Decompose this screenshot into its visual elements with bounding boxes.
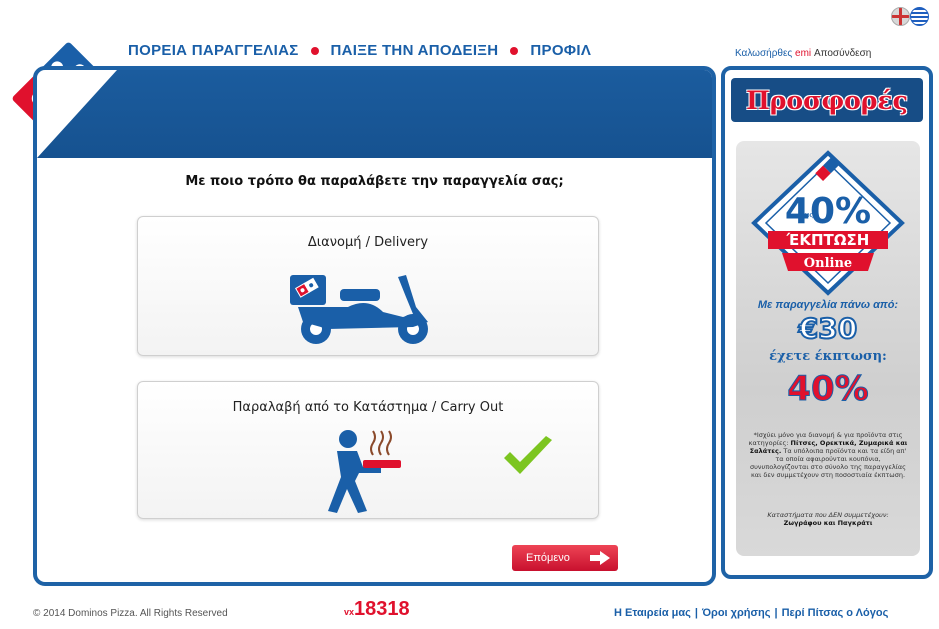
english-flag-icon[interactable] [891, 7, 910, 26]
footer-link-company[interactable]: Η Εταιρεία μας [614, 607, 691, 619]
footer-link-about-pizza[interactable]: Περί Πίτσας ο Λόγος [782, 607, 889, 619]
scooter-icon [290, 275, 428, 344]
copyright-text: © 2014 Dominos Pizza. All Rights Reserve… [33, 608, 228, 619]
nav-play-receipt[interactable]: ΠΑΙΞΕ ΤΗΝ ΑΠΟΔΕΙΞΗ [331, 42, 499, 59]
delivery-option-label: Διανομή / Delivery [307, 235, 429, 250]
offers-title: Προσφορές [746, 85, 908, 115]
main-nav: ΠΟΡΕΙΑ ΠΑΡΑΓΓΕΛΙΑΣ ΠΑΙΞΕ ΤΗΝ ΑΠΟΔΕΙΞΗ ΠΡ… [128, 42, 591, 59]
carry-out-person-icon [328, 430, 401, 513]
badge-percent: 40% [785, 191, 871, 232]
greek-flag-icon[interactable] [910, 7, 929, 26]
footer-links: Η Εταιρεία μας | Όροι χρήσης | Περί Πίτσας ο… [614, 607, 888, 619]
user-name: emi [795, 48, 812, 59]
badge-online: Online [804, 256, 852, 271]
nav-order-progress[interactable]: ΠΟΡΕΙΑ ΠΑΡΑΓΓΕΛΙΑΣ [128, 42, 299, 59]
order-method-question: Με ποιο τρόπο θα παραλάβετε την παραγγελ… [185, 174, 564, 189]
panel-header-cutout [37, 70, 117, 158]
offers-title-bar: Προσφορές [731, 78, 923, 122]
panel-header [37, 70, 712, 158]
greeting-text: Καλωσήρθες [735, 48, 793, 59]
promo-big-percent: 40% [787, 369, 869, 410]
logout-link[interactable]: Αποσύνδεση [814, 48, 871, 59]
nav-profile[interactable]: ΠΡΟΦΙΛ [530, 42, 591, 59]
next-button[interactable]: Επόμενο [512, 545, 618, 571]
next-button-label: Επόμενο [526, 552, 570, 564]
phone-digits: 18318 [354, 598, 410, 620]
promo-get-text: έχετε έκπτωση: [769, 349, 887, 364]
promo-min-order: Με παραγγελία πάνω από: [757, 299, 899, 311]
phone-prefix: vx [344, 607, 355, 617]
discount-badge: έως 40% ΈΚΠΤΩΣΗ Online [751, 150, 905, 296]
delivery-option[interactable]: Διανομή / Delivery [137, 216, 599, 356]
order-method-panel: Με ποιο τρόπο θα παραλάβετε την παραγγελ… [33, 66, 716, 586]
carry-out-option-label: Παραλαβή από το Κατάστημα / Carry Out [232, 400, 504, 415]
carry-out-option[interactable]: Παραλαβή από το Κατάστημα / Carry Out [137, 381, 599, 519]
check-icon [504, 436, 552, 474]
footer-link-terms[interactable]: Όροι χρήσης [702, 607, 771, 619]
promo-fine-print: *Ισχύει μόνο για διανομή & για προϊόντα … [746, 431, 910, 479]
badge-discount: ΈΚΠΤΩΣΗ [786, 231, 870, 249]
nav-separator-dot [510, 46, 519, 55]
offers-panel: Προσφορές έως 40% ΈΚΠΤΩΣΗ Online Με παρα… [721, 66, 933, 579]
arrow-right-icon [590, 551, 610, 565]
footer-separator: | [774, 607, 778, 619]
user-greeting: Καλωσήρθες emi Αποσύνδεση [735, 48, 871, 59]
promo-stores: Καταστήματα που ΔΕΝ συμμετέχουν: Ζωγράφο… [746, 511, 910, 527]
footer-separator: | [694, 607, 698, 619]
promo-banner[interactable]: έως 40% ΈΚΠΤΩΣΗ Online Με παραγγελία πάν… [736, 141, 920, 556]
stores-list: Ζωγράφου και Παγκράτι [783, 519, 873, 527]
promo-amount: €30 [798, 311, 858, 346]
nav-separator-dot [310, 46, 319, 55]
stores-label: Καταστήματα που ΔΕΝ συμμετέχουν: [767, 511, 889, 519]
phone-number: vx18318 [344, 598, 410, 621]
